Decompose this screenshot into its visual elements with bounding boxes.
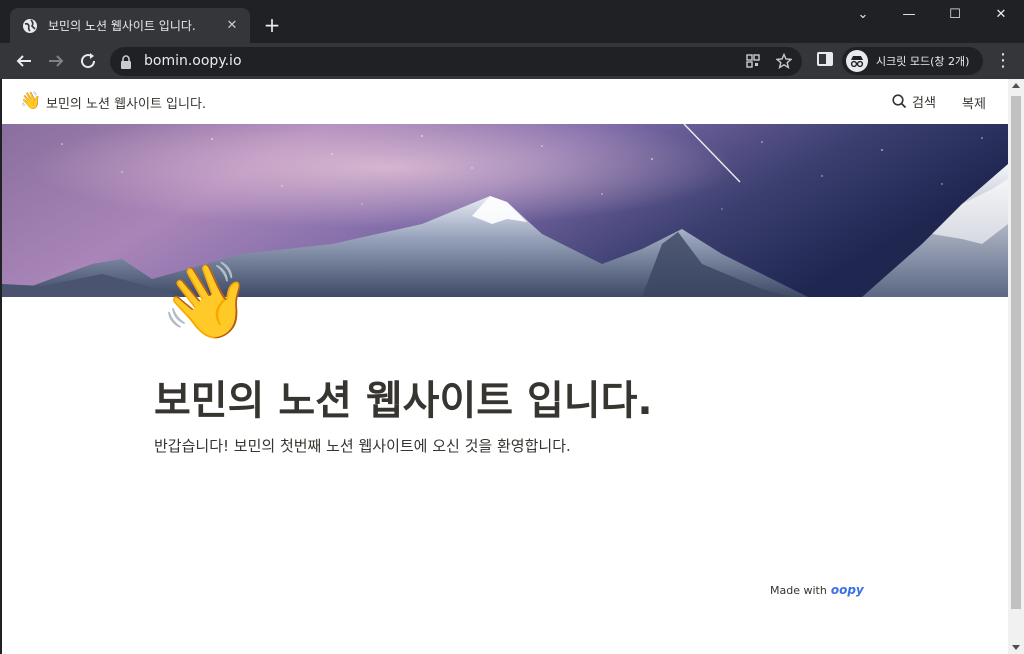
page-title: 보민의 노션 웹사이트 입니다. bbox=[154, 378, 653, 424]
made-with-label: Made with bbox=[770, 583, 827, 597]
reload-icon[interactable] bbox=[76, 49, 100, 73]
cover-image bbox=[2, 124, 1008, 297]
tab-search-chevron-icon[interactable]: ⌄ bbox=[840, 0, 886, 30]
kebab-menu-icon[interactable]: ⋮ bbox=[994, 48, 1012, 74]
forward-arrow-icon[interactable] bbox=[44, 49, 68, 73]
lock-icon[interactable] bbox=[120, 54, 134, 69]
minimize-button[interactable]: — bbox=[886, 0, 932, 30]
oopy-logo: oopy bbox=[830, 583, 864, 597]
incognito-icon bbox=[846, 50, 868, 72]
site-title[interactable]: 보민의 노션 웹사이트 입니다. bbox=[46, 93, 206, 112]
incognito-indicator[interactable]: 시크릿 모드(창 2개) bbox=[842, 47, 983, 75]
maximize-button[interactable]: ☐ bbox=[932, 0, 978, 30]
scroll-up-icon[interactable] bbox=[1012, 83, 1020, 88]
address-bar[interactable]: bomin.oopy.io bbox=[110, 47, 802, 76]
scroll-down-icon[interactable] bbox=[1012, 645, 1020, 650]
site-header: 👋 보민의 노션 웹사이트 입니다. 검색 복제 bbox=[2, 79, 1008, 124]
browser-tab[interactable]: 보민의 노션 웹사이트 입니다. ✕ bbox=[10, 8, 250, 43]
duplicate-button[interactable]: 복제 bbox=[962, 93, 986, 112]
new-tab-button[interactable]: + bbox=[262, 15, 282, 35]
close-window-button[interactable]: ✕ bbox=[978, 0, 1024, 30]
globe-icon bbox=[22, 18, 38, 34]
page-subtitle: 반갑습니다! 보민의 첫번째 노션 웹사이트에 오신 것을 환영합니다. bbox=[154, 437, 571, 455]
scrollbar-thumb[interactable] bbox=[1011, 96, 1021, 609]
star-icon[interactable] bbox=[775, 52, 793, 70]
page-emoji-icon: 👋 bbox=[160, 258, 253, 344]
url-text[interactable]: bomin.oopy.io bbox=[144, 53, 242, 69]
search-button[interactable]: 검색 bbox=[892, 92, 936, 111]
header-emoji: 👋 bbox=[20, 91, 42, 111]
side-panel-icon[interactable] bbox=[817, 52, 833, 66]
tab-strip: 보민의 노션 웹사이트 입니다. ✕ + ⌄ — ☐ ✕ bbox=[0, 0, 1024, 43]
tab-title: 보민의 노션 웹사이트 입니다. bbox=[48, 19, 196, 33]
search-icon bbox=[892, 94, 907, 109]
made-with-footer[interactable]: Made with oopy bbox=[770, 583, 864, 597]
search-label: 검색 bbox=[912, 96, 936, 111]
back-arrow-icon[interactable] bbox=[12, 49, 36, 73]
incognito-label: 시크릿 모드(창 2개) bbox=[876, 55, 970, 68]
page-viewport: 👋 보민의 노션 웹사이트 입니다. 검색 복제 👋 보민의 노션 웹사이트 입… bbox=[2, 79, 1008, 654]
tab-close-icon[interactable]: ✕ bbox=[224, 18, 240, 34]
vertical-scrollbar[interactable] bbox=[1008, 79, 1024, 654]
qr-code-icon[interactable] bbox=[744, 52, 762, 70]
